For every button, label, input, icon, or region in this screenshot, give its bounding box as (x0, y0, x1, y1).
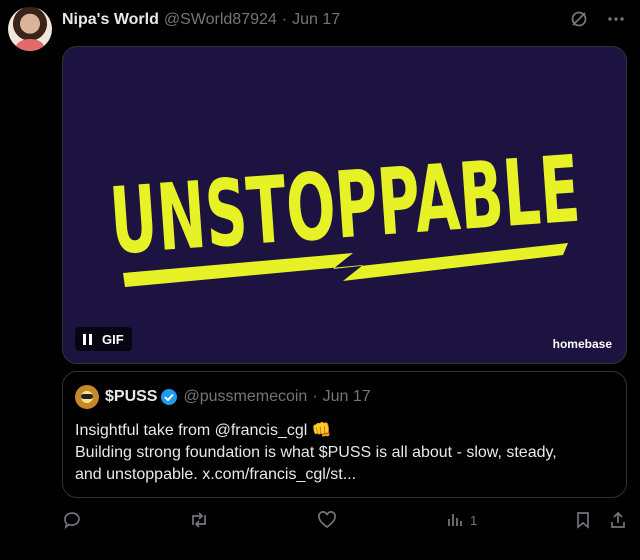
gif-media[interactable]: UNSTOPPABLE GIF homebase (62, 46, 627, 364)
separator-dot: · (281, 11, 288, 28)
bookmark-button[interactable] (574, 510, 592, 530)
grok-icon[interactable] (570, 10, 588, 28)
gif-label: GIF (102, 331, 124, 347)
pause-icon[interactable] (83, 333, 92, 345)
quoted-text: Insightful take from @francis_cgl 👊 Buil… (75, 420, 612, 486)
author-handle[interactable]: @SWorld87924 (164, 11, 277, 29)
reply-button[interactable] (62, 510, 82, 530)
quoted-avatar (75, 385, 99, 409)
next-post-peek (0, 552, 640, 560)
quoted-separator: · (312, 388, 318, 405)
action-bar: 1 (62, 510, 632, 534)
share-icon (611, 511, 625, 528)
bookmark-icon (577, 512, 589, 529)
heart-icon (318, 511, 336, 529)
share-button[interactable] (608, 510, 628, 530)
avatar-shoulders (16, 39, 44, 51)
quoted-handle: @pussmemecoin (183, 388, 308, 405)
like-button[interactable] (317, 510, 337, 530)
more-icon[interactable] (606, 10, 626, 28)
author-name[interactable]: Nipa's World (62, 11, 159, 29)
repost-icon (192, 512, 206, 528)
quoted-name: $PUSS (105, 388, 158, 405)
post-date[interactable]: Jun 17 (292, 11, 340, 29)
reply-icon (64, 512, 80, 530)
views-button[interactable]: 1 (446, 510, 477, 530)
homebase-watermark: homebase (552, 337, 612, 351)
repost-button[interactable] (188, 510, 210, 530)
quoted-line-1: Insightful take from @francis_cgl 👊 (75, 422, 332, 439)
header-icons (570, 10, 626, 28)
quoted-line-3: and unstoppable. x.com/francis_cgl/st... (75, 466, 357, 483)
views-icon (448, 514, 462, 526)
post-header: Nipa's World @SWorld87924 · Jun 17 (62, 10, 626, 30)
quoted-post[interactable]: $PUSS @pussmemecoin · Jun 17 Insightful … (62, 371, 627, 498)
views-count: 1 (470, 512, 478, 528)
quoted-date: Jun 17 (322, 388, 371, 405)
quoted-header: $PUSS @pussmemecoin · Jun 17 (75, 385, 371, 409)
gif-badge[interactable]: GIF (75, 327, 132, 351)
verified-badge-icon (160, 388, 178, 406)
quoted-line-2: Building strong foundation is what $PUSS… (75, 444, 557, 461)
post-avatar[interactable] (8, 7, 52, 51)
unstoppable-artwork: UNSTOPPABLE (107, 136, 583, 287)
